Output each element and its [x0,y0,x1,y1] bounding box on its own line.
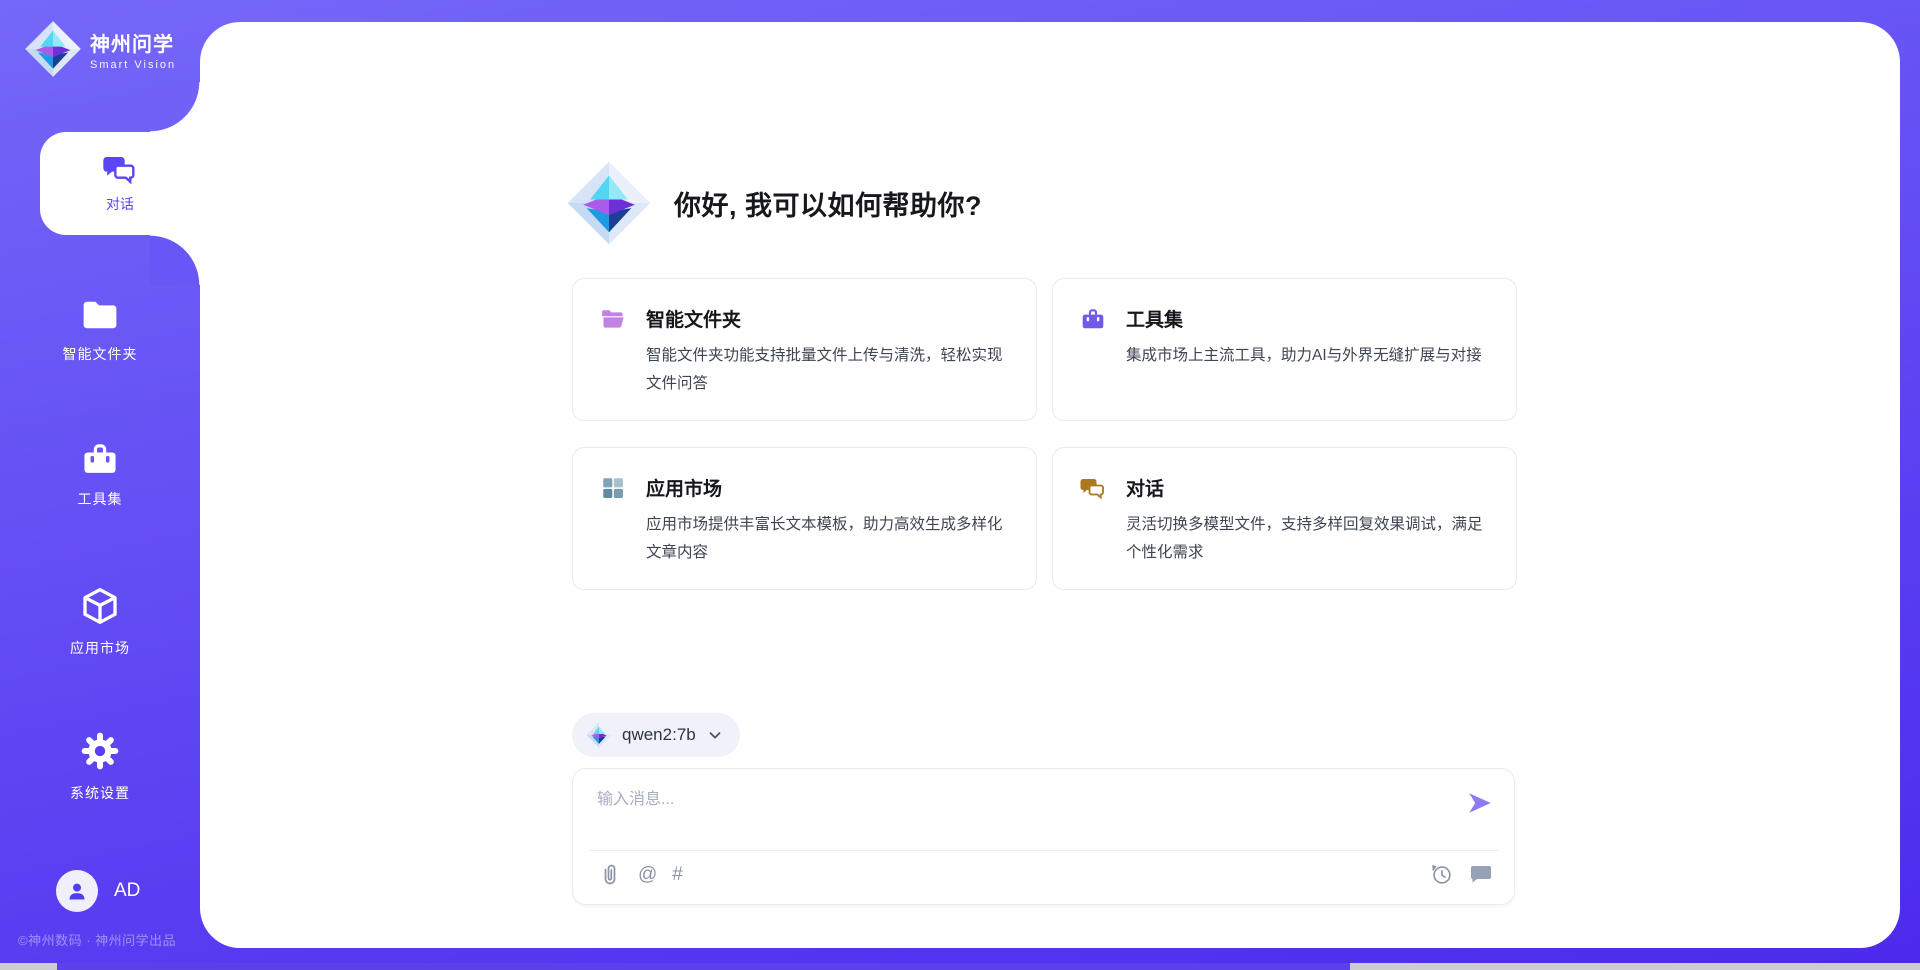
sidebar-item-settings[interactable]: 系统设置 [0,731,200,803]
chat-icon [102,153,138,185]
greeting-title: 你好, 我可以如何帮助你? [674,184,982,223]
card-description: 智能文件夹功能支持批量文件上传与清洗，轻松实现文件问答 [646,342,1016,398]
active-tab-top-fillet [150,82,200,132]
sidebar-item-label: 工具集 [78,489,123,509]
sidebar-item-label: 智能文件夹 [63,344,138,364]
history-button[interactable] [1428,862,1454,888]
model-selector[interactable]: qwen2:7b [572,713,740,757]
card-body: 智能文件夹 智能文件夹功能支持批量文件上传与清洗，轻松实现文件问答 [646,305,1016,398]
sidebar-item-chat[interactable]: 对话 [40,132,200,235]
sidebar-item-smart-folder[interactable]: 智能文件夹 [0,296,200,364]
horizontal-scrollbar-thumb[interactable] [57,963,1350,970]
card-description: 应用市场提供丰富长文本模板，助力高效生成多样化文章内容 [646,511,1016,567]
card-smart-folder[interactable]: 智能文件夹 智能文件夹功能支持批量文件上传与清洗，轻松实现文件问答 [572,278,1037,421]
cube-icon [80,586,120,626]
model-gem-icon [586,722,612,748]
chat-icon [1080,475,1106,501]
sidebar-item-app-market[interactable]: 应用市场 [0,586,200,658]
copyright-text: ©神州数码 · 神州问学出品 [18,930,176,949]
toolbox-icon [80,441,120,477]
brand-subtitle: Smart Vision [90,59,176,71]
gear-icon [80,731,120,771]
person-icon [65,879,89,903]
mention-button[interactable]: @ [638,862,657,888]
feedback-button[interactable] [1468,862,1494,888]
main-content-panel: 你好, 我可以如何帮助你? 智能文件夹 智能文件夹功能支持批量文件上传与清洗，轻… [200,22,1900,948]
chevron-down-icon [706,726,724,744]
user-initials: AD [114,880,140,902]
card-body: 应用市场 应用市场提供丰富长文本模板，助力高效生成多样化文章内容 [646,474,1016,567]
card-chat[interactable]: 对话 灵活切换多模型文件，支持多样回复效果调试，满足个性化需求 [1052,447,1517,590]
sidebar: 神州问学 Smart Vision 对话 智能文件夹 工具集 [0,0,200,970]
grid-icon [600,475,626,501]
sidebar-item-label: 应用市场 [70,638,130,658]
topic-button[interactable]: # [672,862,683,888]
brand-name: 神州问学 [90,28,176,57]
card-body: 对话 灵活切换多模型文件，支持多样回复效果调试，满足个性化需求 [1126,474,1496,567]
toolbox-icon [1080,306,1106,332]
composer-tools-right [1428,862,1494,888]
send-icon [1466,789,1494,817]
message-composer: @ # [572,768,1515,905]
card-title: 对话 [1126,474,1496,501]
card-title: 智能文件夹 [646,305,1016,332]
card-title: 工具集 [1126,305,1482,332]
message-input[interactable] [597,785,1437,843]
sidebar-item-label: 对话 [106,194,134,214]
send-button[interactable] [1466,789,1494,817]
history-icon [1429,862,1454,887]
model-name: qwen2:7b [622,725,696,745]
horizontal-scrollbar-track[interactable] [0,963,1920,970]
greeting: 你好, 我可以如何帮助你? [566,160,982,246]
paperclip-icon [599,862,621,888]
active-tab-bottom-fillet [150,235,200,285]
brand-gem-icon [24,20,82,78]
avatar [56,870,98,912]
card-body: 工具集 集成市场上主流工具，助力AI与外界无缝扩展与对接 [1126,305,1482,398]
card-description: 灵活切换多模型文件，支持多样回复效果调试，满足个性化需求 [1126,511,1496,567]
assistant-gem-icon [566,160,652,246]
brand-logo: 神州问学 Smart Vision [24,20,176,78]
card-toolset[interactable]: 工具集 集成市场上主流工具，助力AI与外界无缝扩展与对接 [1052,278,1517,421]
speech-bubble-icon [1469,862,1493,886]
sidebar-item-label: 系统设置 [70,783,130,803]
user-account[interactable]: AD [56,870,140,912]
composer-divider [589,850,1498,851]
card-app-market[interactable]: 应用市场 应用市场提供丰富长文本模板，助力高效生成多样化文章内容 [572,447,1037,590]
feature-cards: 智能文件夹 智能文件夹功能支持批量文件上传与清洗，轻松实现文件问答 工具集 集成… [572,278,1517,590]
folder-icon [80,296,120,332]
sidebar-item-toolset[interactable]: 工具集 [0,441,200,509]
card-title: 应用市场 [646,474,1016,501]
attach-file-button[interactable] [597,862,623,888]
composer-tools-left: @ # [597,862,683,888]
folder-open-icon [600,306,626,332]
card-description: 集成市场上主流工具，助力AI与外界无缝扩展与对接 [1126,342,1482,370]
